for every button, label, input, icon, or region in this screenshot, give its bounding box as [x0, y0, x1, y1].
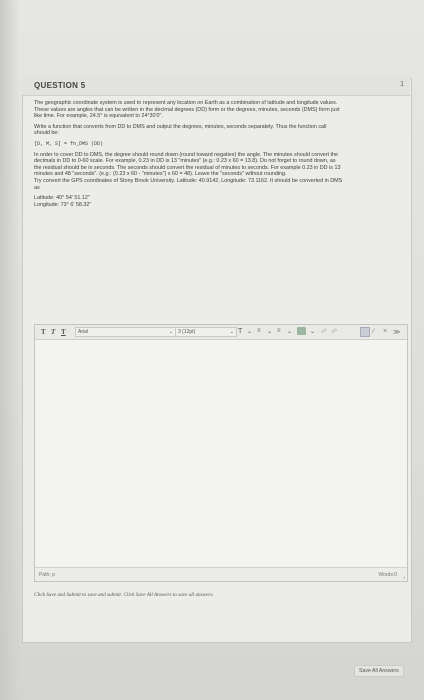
- question-text-line: like time. For example, 24.5° is equival…: [34, 113, 163, 120]
- expand-icon[interactable]: ≫: [393, 328, 400, 336]
- font-size-select[interactable]: 3 (12pt) ⌄: [175, 327, 237, 337]
- latitude-text: Latitude: 40° 54' 51.12": [34, 195, 90, 202]
- question-points: 1: [400, 81, 404, 88]
- save-all-answers-button[interactable]: Save All Answers: [354, 665, 404, 677]
- word-count: Words:0: [378, 572, 397, 578]
- chevron-down-icon: ⌄: [168, 329, 173, 335]
- chevron-down-icon: ⌄: [229, 329, 234, 335]
- function-signature: [D, M, S] = fn_DMS (DD): [34, 140, 104, 147]
- editor-statusbar: Path: p Words:0 ⌟: [35, 567, 407, 581]
- question-title: QUESTION 5: [34, 81, 86, 90]
- question-text-line: In order to cover DD to DMS, the degree …: [34, 151, 339, 158]
- chevron-down-icon[interactable]: ⌄: [267, 328, 272, 335]
- edit-icon[interactable]: ∕: [373, 328, 374, 335]
- insert-icon[interactable]: [360, 327, 370, 337]
- chevron-down-icon[interactable]: ⌄: [310, 328, 315, 335]
- close-icon[interactable]: ×: [383, 328, 387, 335]
- font-size-value: 3 (12pt): [178, 329, 196, 335]
- answer-editor: T T T Arial ⌄ 3 (12pt) ⌄ T ⌄ ≡ ⌄ ≡ ⌄ ⌄ ☍…: [34, 324, 408, 582]
- chevron-down-icon[interactable]: ⌄: [247, 328, 252, 335]
- question-text-line: These values are angles that can be writ…: [34, 106, 340, 113]
- numbered-list-icon[interactable]: ≡: [277, 328, 281, 334]
- question-text-line: should be:: [34, 130, 59, 137]
- editor-toolbar: T T T Arial ⌄ 3 (12pt) ⌄ T ⌄ ≡ ⌄ ≡ ⌄ ⌄ ☍…: [35, 325, 407, 340]
- longitude-text: Longitude: 73° 6' 58.32": [34, 201, 92, 208]
- question-text-line: minutes and 48 "seconds". (e.g.: (0.23 x…: [34, 171, 287, 178]
- question-text-line: Try convert the GPS coordinates of Stony…: [34, 177, 343, 184]
- spellcheck-icon[interactable]: [297, 327, 306, 335]
- question-text-line: decimals in DD to 0-60 scale. For exampl…: [34, 158, 336, 165]
- bullet-list-icon[interactable]: ≡: [257, 328, 261, 334]
- italic-button[interactable]: T: [51, 328, 55, 336]
- submit-instructions: Click Save and Submit to save and submit…: [34, 592, 214, 598]
- font-family-select[interactable]: Arial ⌄: [75, 327, 176, 337]
- link-icon[interactable]: ☍: [321, 328, 327, 335]
- page-shadow: [0, 0, 20, 700]
- question-text-line: The geographic coordinate system is used…: [34, 100, 338, 106]
- question-body: The geographic coordinate system is used…: [34, 100, 404, 208]
- editor-text-area[interactable]: [35, 340, 407, 566]
- resize-handle-icon[interactable]: ⌟: [402, 573, 405, 580]
- unlink-icon[interactable]: ☍: [331, 328, 337, 335]
- text-color-icon[interactable]: T: [238, 328, 242, 335]
- underline-button[interactable]: T: [61, 328, 66, 336]
- font-family-value: Arial: [78, 329, 89, 335]
- bold-button[interactable]: T: [41, 328, 46, 336]
- question-header: QUESTION 5 1: [22, 78, 410, 96]
- question-text-line: the residual should be in seconds. The s…: [34, 164, 341, 171]
- path-label: Path: p: [39, 572, 55, 578]
- question-text-line: as: [34, 184, 40, 191]
- chevron-down-icon[interactable]: ⌄: [287, 328, 292, 335]
- question-text-line: Write a function that converts from DD t…: [34, 123, 327, 130]
